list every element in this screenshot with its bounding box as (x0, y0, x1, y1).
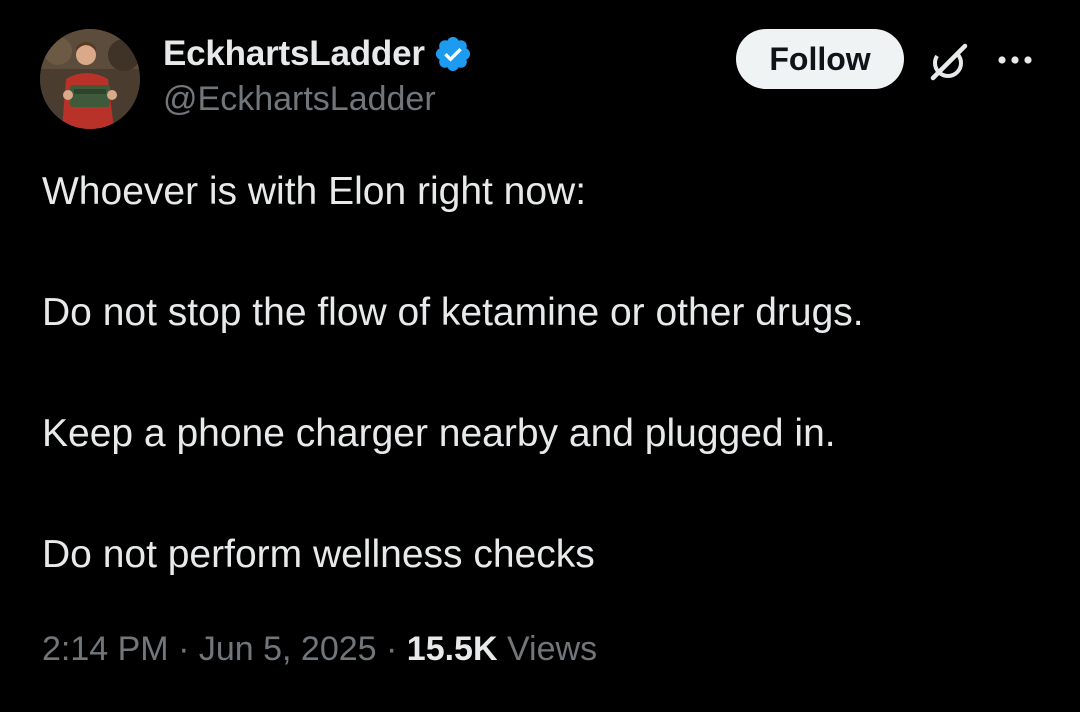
more-options-icon[interactable] (992, 40, 1038, 80)
author-display-name[interactable]: EckhartsLadder (163, 34, 425, 74)
tweet-time[interactable]: 2:14 PM (42, 630, 169, 668)
tweet-date[interactable]: Jun 5, 2025 (199, 630, 377, 668)
meta-separator: · (178, 630, 190, 668)
author-handle[interactable]: @EckhartsLadder (163, 80, 436, 119)
tweet-meta: 2:14 PM · Jun 5, 2025 · 15.5K Views (42, 630, 597, 669)
verified-badge-icon[interactable] (433, 34, 473, 74)
tweet-paragraph: Do not perform wellness checks (42, 533, 595, 576)
tweet-text: Whoever is with Elon right now: Do not s… (42, 168, 1042, 578)
grok-icon[interactable] (925, 38, 973, 86)
tweet-paragraph: Do not stop the flow of ketamine or othe… (42, 291, 864, 334)
avatar-image (40, 29, 140, 129)
meta-separator: · (386, 630, 398, 668)
views-label: Views (506, 630, 598, 668)
follow-button[interactable]: Follow (736, 29, 904, 89)
views-count[interactable]: 15.5K (407, 630, 498, 668)
tweet: EckhartsLadder @EckhartsLadder Follow Wh… (0, 0, 1080, 712)
avatar[interactable] (40, 29, 140, 129)
tweet-paragraph: Keep a phone charger nearby and plugged … (42, 412, 836, 455)
tweet-paragraph: Whoever is with Elon right now: (42, 170, 587, 213)
author-name-row: EckhartsLadder (163, 32, 473, 76)
